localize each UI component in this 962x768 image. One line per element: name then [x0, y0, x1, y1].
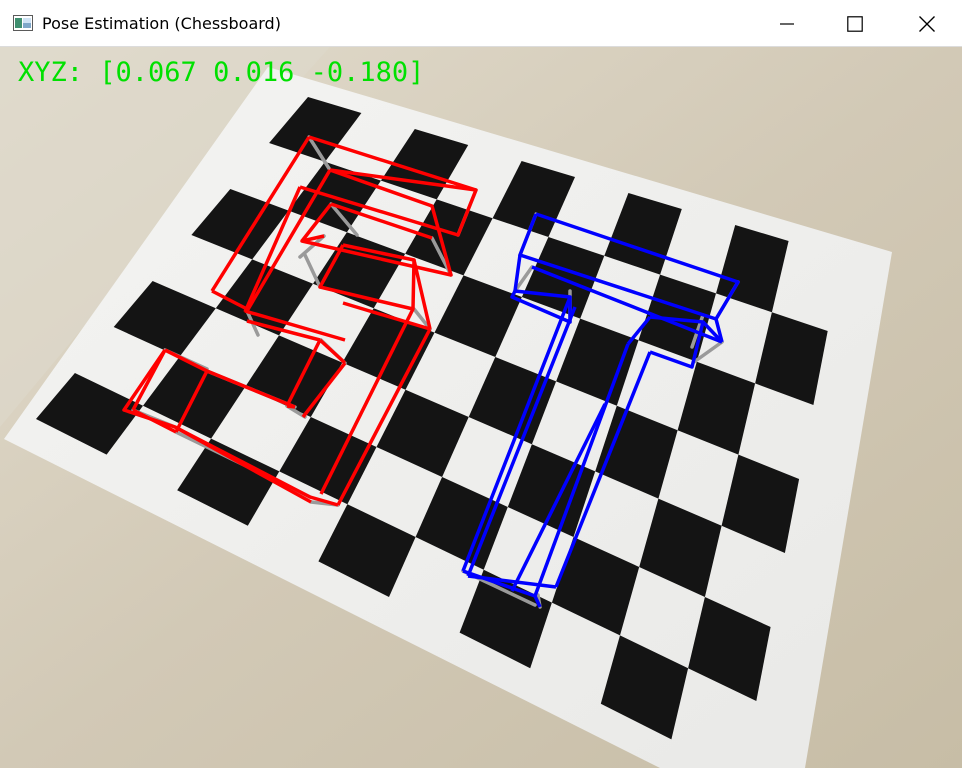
title-bar[interactable]: Pose Estimation (Chessboard)	[0, 0, 962, 47]
camera-view: XYZ: [0.067 0.016 -0.180]	[0, 47, 962, 768]
window-title: Pose Estimation (Chessboard)	[42, 14, 281, 33]
camera-frame	[0, 47, 962, 768]
minimize-icon	[780, 22, 794, 25]
maximize-button[interactable]	[820, 0, 890, 47]
pose-xyz-readout: XYZ: [0.067 0.016 -0.180]	[18, 57, 425, 88]
close-icon	[919, 15, 935, 32]
app-window-icon	[13, 15, 33, 31]
close-button[interactable]	[892, 0, 962, 47]
maximize-icon	[847, 15, 863, 32]
minimize-button[interactable]	[752, 0, 822, 47]
app-window: Pose Estimation (Chessboard) XYZ: [0.067…	[0, 0, 962, 768]
